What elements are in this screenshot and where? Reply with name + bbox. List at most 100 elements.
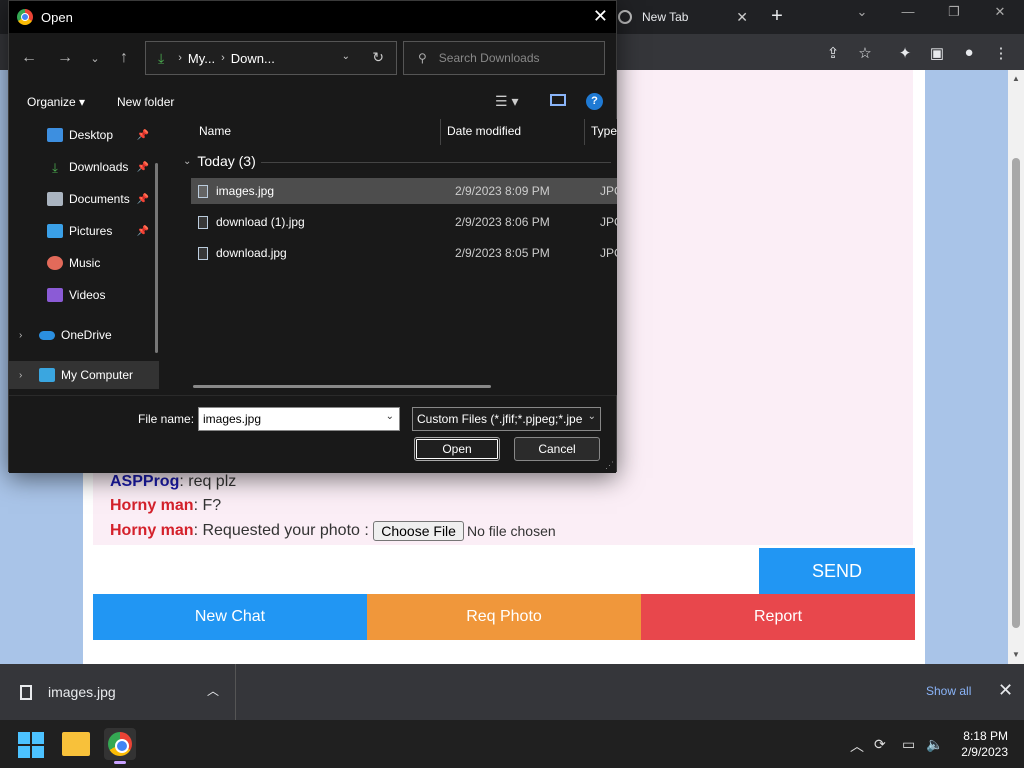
report-button[interactable]: Report	[641, 594, 915, 640]
message-text: : Requested your photo :	[193, 522, 374, 540]
send-button[interactable]: SEND	[759, 548, 915, 594]
help-icon[interactable]: ?	[586, 93, 603, 110]
minimize-icon[interactable]: —	[888, 4, 928, 19]
start-menu-icon[interactable]	[18, 732, 44, 758]
tab-search-chevron-icon[interactable]: ⌄	[842, 4, 882, 20]
page-scrollbar[interactable]: ▲ ▼	[1008, 70, 1024, 664]
scrollbar-thumb[interactable]	[1012, 158, 1020, 628]
pin-icon[interactable]: 📌	[137, 194, 149, 205]
file-name-input[interactable]: images.jpg ⌄	[198, 407, 400, 431]
tab-title: New Tab	[642, 10, 689, 24]
file-type: JPG F	[600, 184, 617, 198]
chevron-down-icon[interactable]: ⌄	[386, 411, 394, 422]
file-row-download-1-jpg[interactable]: download (1).jpg 2/9/2023 8:06 PM JPG F	[191, 209, 617, 235]
search-input[interactable]: ⚲ Search Downloads	[403, 41, 605, 75]
close-icon[interactable]: ✕	[736, 9, 748, 26]
file-type-select[interactable]: Custom Files (*.jfif;*.pjpeg;*.jpe ⌄	[412, 407, 601, 431]
chevron-up-icon[interactable]: ︿	[207, 682, 219, 699]
pin-icon[interactable]: 📌	[137, 130, 149, 141]
group-header-today[interactable]: ⌄ Today (3)	[183, 153, 256, 169]
sidebar-item-label: My Computer	[61, 368, 134, 382]
file-row-download-jpg[interactable]: download.jpg 2/9/2023 8:05 PM JPG F	[191, 240, 617, 266]
profile-icon[interactable]: ●	[958, 44, 980, 61]
scroll-down-icon[interactable]: ▼	[1012, 650, 1020, 659]
tab-new-tab[interactable]: New Tab ✕	[610, 0, 760, 34]
dialog-title-bar[interactable]: Open ✕	[9, 1, 616, 33]
expand-chevron-icon[interactable]: ›	[19, 370, 22, 381]
file-date: 2/9/2023 8:05 PM	[455, 246, 550, 260]
close-icon[interactable]: ✕	[593, 6, 608, 27]
resize-grip-icon[interactable]: ⋰	[605, 460, 614, 471]
close-icon[interactable]: ✕	[998, 680, 1013, 701]
sidebar-item-desktop[interactable]: Desktop 📌	[9, 121, 159, 149]
breadcrumb-item[interactable]: Down...	[231, 51, 275, 66]
open-button[interactable]: Open	[414, 437, 500, 461]
sidebar-item-onedrive[interactable]: › OneDrive	[9, 321, 159, 349]
new-chat-button[interactable]: New Chat	[93, 594, 367, 640]
sidebar-item-downloads[interactable]: ⤓ Downloads 📌	[9, 153, 159, 181]
refresh-icon[interactable]: ↻	[372, 49, 384, 66]
download-item[interactable]: images.jpg ︿	[0, 664, 236, 720]
sidebar-item-label: OneDrive	[61, 328, 112, 342]
window-close-icon[interactable]: ✕	[980, 4, 1020, 20]
column-divider[interactable]	[584, 119, 585, 145]
sidebar-item-videos[interactable]: Videos	[9, 281, 159, 309]
desktop-icon	[47, 128, 63, 142]
choose-file-button[interactable]: Choose File	[373, 521, 464, 541]
column-header-type[interactable]: Type	[591, 124, 617, 138]
address-bar[interactable]: ⤓ › My... › Down... ⌄ ↻	[145, 41, 397, 75]
music-icon	[47, 256, 63, 270]
computer-icon	[39, 368, 55, 382]
file-name-value: images.jpg	[203, 412, 262, 426]
show-all-link[interactable]: Show all	[926, 684, 971, 698]
column-header-date-modified[interactable]: Date modified	[447, 124, 521, 138]
share-icon[interactable]: ⇪	[822, 44, 844, 62]
chrome-taskbar-icon[interactable]	[104, 728, 136, 764]
forward-arrow-icon[interactable]: →	[55, 49, 75, 67]
volume-icon[interactable]: 🔈	[926, 736, 943, 753]
organize-button[interactable]: Organize ▾	[27, 95, 85, 109]
breadcrumb-item[interactable]: My...	[188, 51, 215, 66]
cancel-button[interactable]: Cancel	[514, 437, 600, 461]
chevron-down-icon[interactable]: ⌄	[183, 156, 191, 167]
show-hidden-icons-icon[interactable]: ︿	[850, 736, 864, 756]
req-photo-button[interactable]: Req Photo	[367, 594, 641, 640]
new-folder-button[interactable]: New folder	[117, 95, 174, 109]
recent-locations-chevron-icon[interactable]: ⌄	[85, 52, 105, 65]
side-panel-icon[interactable]: ▣	[926, 44, 948, 62]
pin-icon[interactable]: 📌	[137, 162, 149, 173]
network-icon[interactable]: ▭	[902, 736, 915, 753]
menu-dots-icon[interactable]: ⋮	[990, 44, 1012, 62]
pin-icon[interactable]: 📌	[137, 226, 149, 237]
expand-chevron-icon[interactable]: ›	[19, 330, 22, 341]
restore-icon[interactable]: ❐	[934, 4, 974, 20]
file-row-images-jpg[interactable]: images.jpg 2/9/2023 8:09 PM JPG F	[191, 178, 617, 204]
up-arrow-icon[interactable]: ↑	[114, 49, 134, 67]
sidebar-item-label: Documents	[69, 192, 130, 206]
sidebar-item-pictures[interactable]: Pictures 📌	[9, 217, 159, 245]
new-tab-plus-icon[interactable]: +	[766, 5, 788, 27]
extensions-icon[interactable]: ✦	[894, 44, 916, 62]
sidebar-item-music[interactable]: Music	[9, 249, 159, 277]
back-arrow-icon[interactable]: ←	[19, 49, 39, 67]
file-list-horizontal-scrollbar[interactable]	[193, 385, 491, 388]
system-clock[interactable]: 8:18 PM 2/9/2023	[952, 728, 1008, 760]
clock-time: 8:18 PM	[963, 729, 1008, 743]
scroll-up-icon[interactable]: ▲	[1012, 74, 1020, 83]
message-sender: Horny man	[110, 522, 194, 540]
sidebar-item-my-computer[interactable]: › My Computer	[9, 361, 159, 389]
chevron-down-icon[interactable]: ⌄	[587, 411, 596, 422]
column-divider[interactable]	[440, 119, 441, 145]
column-header-name[interactable]: Name	[199, 124, 231, 138]
preview-pane-icon[interactable]	[550, 94, 566, 106]
bookmark-star-icon[interactable]: ☆	[854, 44, 876, 62]
message-sender: ASPProg	[110, 473, 180, 490]
nav-pane-scrollbar[interactable]	[155, 163, 158, 353]
sidebar-item-documents[interactable]: Documents 📌	[9, 185, 159, 213]
sync-icon[interactable]: ⟳	[874, 736, 886, 753]
chevron-down-icon[interactable]: ⌄	[342, 51, 350, 62]
open-file-dialog: Open ✕ ← → ⌄ ↑ ⤓ › My... › Down... ⌄ ↻ ⚲…	[8, 0, 617, 473]
file-date: 2/9/2023 8:06 PM	[455, 215, 550, 229]
file-explorer-icon[interactable]	[62, 732, 90, 756]
view-options-icon[interactable]: ☰ ▾	[495, 93, 518, 110]
